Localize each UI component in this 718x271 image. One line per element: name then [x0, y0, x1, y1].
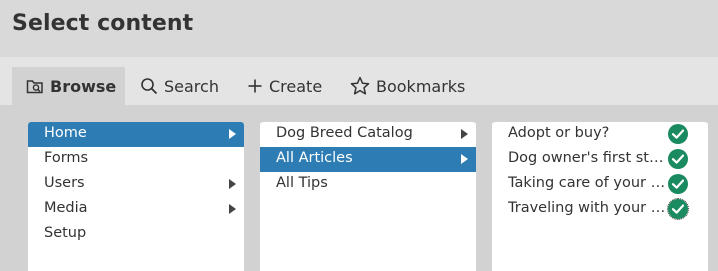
- browse-icon: [26, 77, 44, 95]
- folder-item-all-tips[interactable]: All Tips: [260, 172, 476, 197]
- section-item-home[interactable]: Home: [28, 122, 244, 147]
- tab-bookmarks[interactable]: Bookmarks: [336, 67, 479, 105]
- section-item-label: Media: [44, 200, 88, 216]
- sections-column: Home Forms Users Media Setup: [28, 122, 244, 271]
- search-icon: [140, 77, 158, 95]
- section-item-label: Home: [44, 125, 87, 141]
- section-item-label: Users: [44, 175, 85, 191]
- checkmark-icon[interactable]: [667, 198, 689, 220]
- dialog-title: Select content: [12, 11, 194, 36]
- tab-search[interactable]: Search: [126, 67, 233, 105]
- tab-create-label: Create: [269, 76, 323, 96]
- article-item-label: Traveling with your dog: [508, 200, 666, 216]
- folders-column: Dog Breed Catalog All Articles All Tips: [260, 122, 476, 271]
- tab-bar: Browse Search Create Bookmarks: [0, 57, 718, 105]
- section-item-label: Setup: [44, 225, 87, 241]
- folder-item-label: Dog Breed Catalog: [276, 125, 413, 141]
- tab-create[interactable]: Create: [233, 67, 336, 105]
- article-item-label: Taking care of your dog: [508, 175, 666, 191]
- checkmark-icon[interactable]: [668, 149, 688, 169]
- chevron-right-icon: [229, 204, 236, 214]
- browse-panel: Home Forms Users Media Setup Dog Breed C…: [0, 105, 718, 271]
- tab-browse-label: Browse: [50, 76, 117, 96]
- tab-search-label: Search: [164, 76, 219, 96]
- tab-bookmarks-label: Bookmarks: [376, 76, 466, 96]
- folder-item-dog-breed-catalog[interactable]: Dog Breed Catalog: [260, 122, 476, 147]
- folder-item-label: All Tips: [276, 175, 328, 191]
- folder-item-all-articles[interactable]: All Articles: [260, 147, 476, 172]
- folder-item-label: All Articles: [276, 150, 353, 166]
- tab-browse[interactable]: Browse: [12, 67, 125, 105]
- dialog-header: Select content: [0, 0, 718, 57]
- chevron-right-icon: [461, 154, 468, 164]
- chevron-right-icon: [461, 129, 468, 139]
- article-item[interactable]: Dog owner's first steps: [492, 147, 708, 172]
- section-item-forms[interactable]: Forms: [28, 147, 244, 172]
- plus-icon: [247, 78, 263, 94]
- section-item-media[interactable]: Media: [28, 197, 244, 222]
- article-item[interactable]: Adopt or buy?: [492, 122, 708, 147]
- select-content-dialog: Select content Browse Search Create Book…: [0, 0, 718, 271]
- section-item-setup[interactable]: Setup: [28, 222, 244, 247]
- section-item-label: Forms: [44, 150, 89, 166]
- chevron-right-icon: [229, 129, 236, 139]
- article-item[interactable]: Taking care of your dog: [492, 172, 708, 197]
- article-item-label: Adopt or buy?: [508, 125, 610, 141]
- article-item[interactable]: Traveling with your dog: [492, 197, 708, 222]
- chevron-right-icon: [229, 179, 236, 189]
- checkmark-icon[interactable]: [668, 124, 688, 144]
- article-item-label: Dog owner's first steps: [508, 150, 666, 166]
- checkmark-icon[interactable]: [668, 174, 688, 194]
- star-icon: [350, 76, 370, 96]
- articles-column: Adopt or buy? Dog owner's first steps Ta…: [492, 122, 708, 271]
- section-item-users[interactable]: Users: [28, 172, 244, 197]
